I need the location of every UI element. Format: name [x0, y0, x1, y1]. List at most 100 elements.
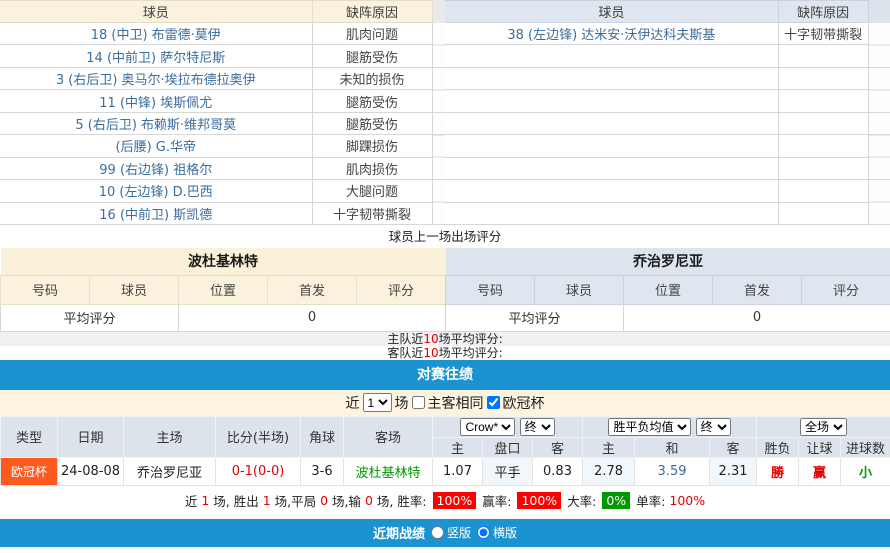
- summary-text: 场, 胜率:: [373, 491, 431, 510]
- host-avg-suffix: 场平均评分:: [439, 332, 503, 346]
- corner-cell: 3-6: [301, 457, 344, 485]
- away-team-cell[interactable]: 波杜基林特: [344, 457, 433, 485]
- player-link[interactable]: (后腰) G.华帝: [0, 135, 312, 157]
- col-corner: 角球: [301, 416, 344, 457]
- table-row: [445, 45, 868, 67]
- horizontal-layout-label: 横版: [493, 524, 517, 541]
- col-rating: 评分: [357, 275, 446, 304]
- col-wdl-draw: 和: [635, 437, 710, 457]
- col-score: 比分(半场): [216, 416, 301, 457]
- absence-reason: 腿筋受伤: [312, 45, 432, 67]
- absence-reason: 肌肉问题: [312, 23, 432, 45]
- odds-away: 0.83: [533, 457, 583, 485]
- absence-reason: 十字韧带撕裂: [778, 23, 868, 45]
- draw-count: 0: [320, 493, 328, 508]
- player-link[interactable]: 11 (中锋) 埃斯佩尤: [0, 90, 312, 112]
- table-row: [445, 157, 868, 179]
- col-reason: 缺阵原因: [778, 1, 868, 23]
- col-wdl-away: 客: [710, 437, 757, 457]
- odds-company-select[interactable]: Crow*: [460, 418, 515, 436]
- match-analysis-page: 球员 缺阵原因 18 (中卫) 布雷德·莫伊肌肉问题 14 (中前卫) 萨尔特尼…: [0, 0, 890, 553]
- single-rate: 100%: [669, 493, 705, 508]
- table-gap: [869, 0, 890, 225]
- away-ratings-table: 乔治罗尼亚 号码 球员 位置 首发 评分 平均评分 0: [445, 248, 890, 332]
- h2h-data-row: 欧冠杯 24-08-08 乔治罗尼亚 0-1(0-0) 3-6 波杜基林特 1.…: [1, 457, 890, 485]
- player-link[interactable]: 99 (右边锋) 祖格尔: [0, 157, 312, 179]
- guest-avg-suffix: 场平均评分:: [439, 346, 503, 360]
- final-odds-select[interactable]: 终: [520, 418, 555, 436]
- away-avg-value: 0: [624, 304, 890, 331]
- col-player: 球员: [445, 1, 778, 23]
- table-row: 10 (左边锋) D.巴西大腿问题: [0, 180, 432, 202]
- win-count: 1: [263, 493, 271, 508]
- wdl-away: 2.31: [710, 457, 757, 485]
- h2h-controls: 近 1 场 主客相同 欧冠杯: [0, 390, 890, 416]
- vertical-layout-radio[interactable]: [431, 526, 444, 539]
- absence-reason: 十字韧带撕裂: [312, 202, 432, 224]
- col-hcp-home: 主: [433, 437, 483, 457]
- col-position: 位置: [179, 275, 268, 304]
- horizontal-layout-radio[interactable]: [477, 526, 490, 539]
- empty-cell: [778, 180, 868, 202]
- empty-cell: [445, 67, 778, 89]
- away-average-row: 平均评分 0: [446, 304, 890, 331]
- empty-cell: [778, 90, 868, 112]
- home-ratings-table: 波杜基林特 号码 球员 位置 首发 评分 平均评分 0: [0, 248, 446, 332]
- player-link[interactable]: 10 (左边锋) D.巴西: [0, 180, 312, 202]
- player-link[interactable]: 38 (左边锋) 达米安·沃伊达科夫斯基: [445, 23, 778, 45]
- h2h-header-row1: 类型 日期 主场 比分(半场) 角球 客场 Crow* 终 胜平负均值 终 全场: [1, 416, 890, 437]
- odds-home: 1.07: [433, 457, 483, 485]
- same-venue-checkbox[interactable]: [412, 396, 425, 409]
- away-ratings: 乔治罗尼亚 号码 球员 位置 首发 评分 平均评分 0: [445, 248, 890, 332]
- summary-text: 大率:: [563, 491, 600, 510]
- host-avg-text: 主队近: [387, 332, 423, 346]
- col-rating: 评分: [802, 275, 890, 304]
- absence-reason: 腿筋受伤: [312, 90, 432, 112]
- empty-cell: [778, 67, 868, 89]
- col-starting: 首发: [268, 275, 357, 304]
- games-count: 1: [201, 493, 209, 508]
- table-row: 14 (中前卫) 萨尔特尼斯腿筋受伤: [0, 45, 432, 67]
- table-gap: [433, 0, 446, 225]
- player-link[interactable]: 18 (中卫) 布雷德·莫伊: [0, 23, 312, 45]
- home-avg-value: 0: [179, 304, 446, 331]
- col-player: 球员: [0, 1, 312, 23]
- last-match-rating-note: 球员上一场出场评分: [0, 225, 890, 248]
- table-row: 5 (右后卫) 布赖斯·维邦哥莫腿筋受伤: [0, 112, 432, 134]
- final-wdl-select[interactable]: 终: [696, 418, 731, 436]
- lose-count: 0: [365, 493, 373, 508]
- gap-body: [869, 23, 890, 225]
- absence-reason: 脚踝损伤: [312, 135, 432, 157]
- player-link[interactable]: 3 (右后卫) 奥马尔·埃拉布德拉奥伊: [0, 67, 312, 89]
- player-link[interactable]: 14 (中前卫) 萨尔特尼斯: [0, 45, 312, 67]
- table-row: 18 (中卫) 布雷德·莫伊肌肉问题: [0, 23, 432, 45]
- absence-reason: 肌肉损伤: [312, 157, 432, 179]
- empty-cell: [445, 180, 778, 202]
- col-number: 号码: [446, 275, 535, 304]
- bottom-strip: [0, 547, 890, 549]
- ratings-header-row: 号码 球员 位置 首发 评分: [446, 275, 890, 304]
- col-reason: 缺阵原因: [312, 1, 432, 23]
- home-team-name: 波杜基林特: [1, 248, 446, 275]
- h2h-summary: 近 1 场, 胜出 1 场,平局 0 场,输 0 场, 胜率: 100% 赢率:…: [0, 486, 890, 516]
- col-home: 主场: [124, 416, 216, 457]
- over-rate-badge: 0%: [602, 492, 630, 509]
- table-row: 3 (右后卫) 奥马尔·埃拉布德拉奥伊未知的损伤: [0, 67, 432, 89]
- competition-checkbox[interactable]: [487, 396, 500, 409]
- scope-select[interactable]: 全场: [800, 418, 847, 436]
- summary-text: 近: [185, 491, 201, 510]
- col-goals: 进球数: [841, 437, 890, 457]
- player-link[interactable]: 16 (中前卫) 斯凯德: [0, 202, 312, 224]
- home-team-cell[interactable]: 乔治罗尼亚: [124, 457, 216, 485]
- wdl-avg-select[interactable]: 胜平负均值: [608, 418, 691, 436]
- table-row: 11 (中锋) 埃斯佩尤腿筋受伤: [0, 90, 432, 112]
- score-cell[interactable]: 0-1(0-0): [216, 457, 301, 485]
- guest-avg-line: 客队近10场平均评分:: [0, 346, 890, 360]
- games-count-select[interactable]: 1: [363, 393, 392, 412]
- home-team-banner: 波杜基林特: [1, 248, 446, 275]
- gap-header: [433, 0, 446, 23]
- wdl-home: 2.78: [583, 457, 635, 485]
- empty-cell: [445, 90, 778, 112]
- player-link[interactable]: 5 (右后卫) 布赖斯·维邦哥莫: [0, 112, 312, 134]
- table-header-row: 球员 缺阵原因: [445, 1, 868, 23]
